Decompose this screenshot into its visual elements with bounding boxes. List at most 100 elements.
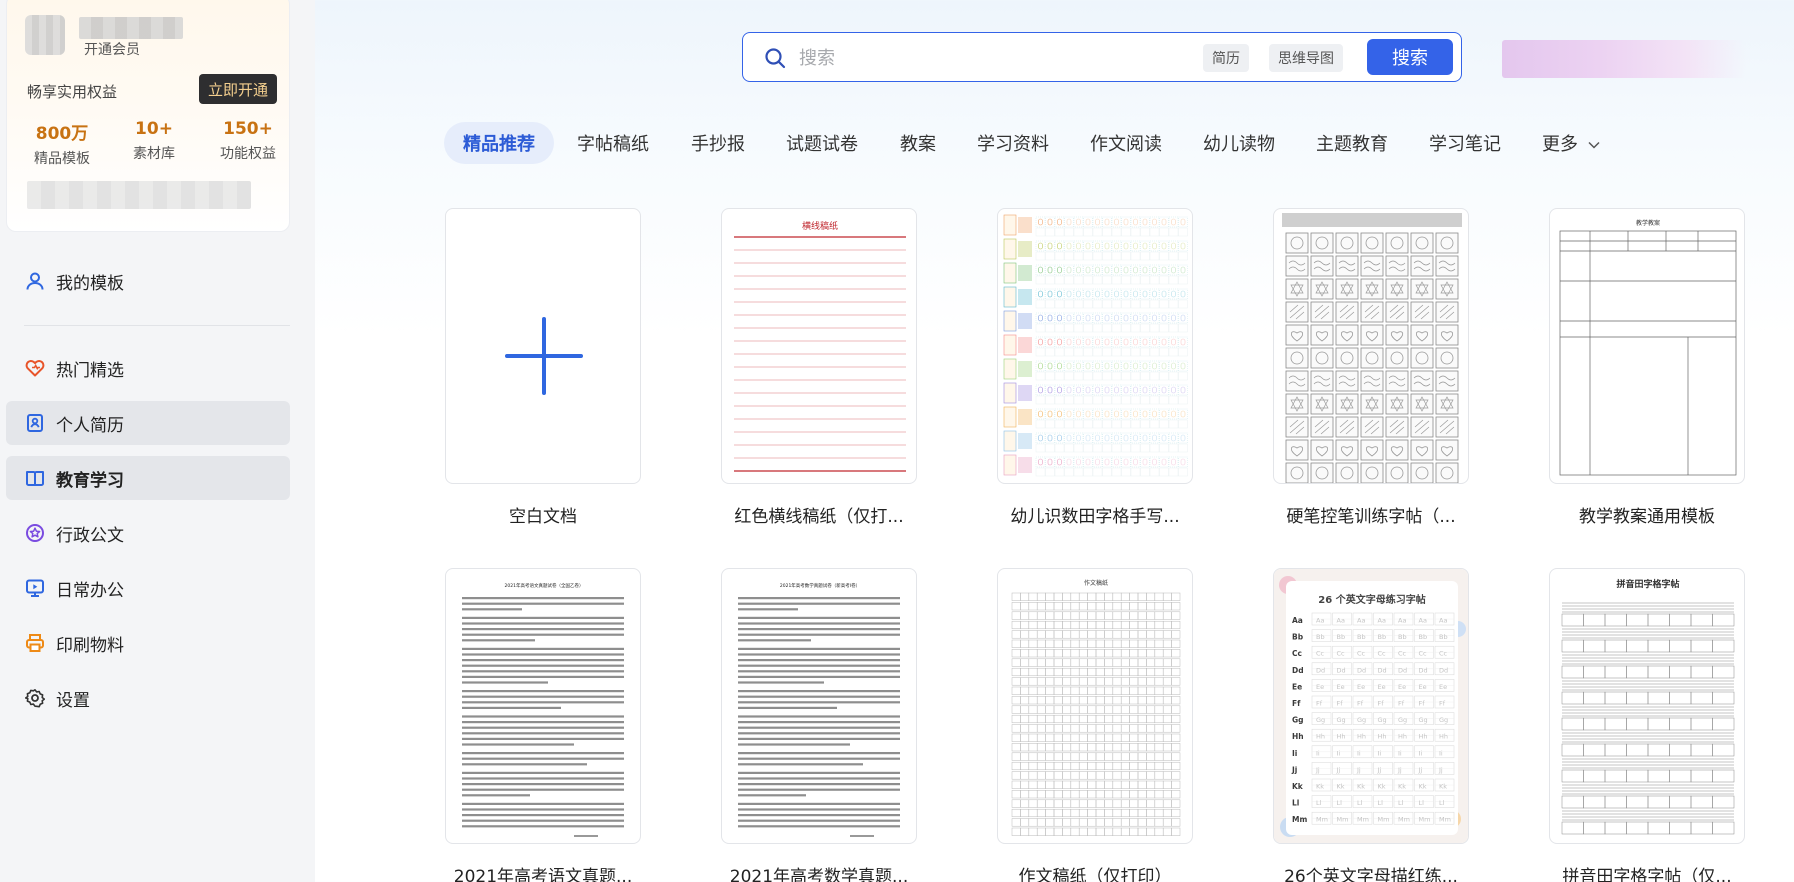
grid-cell bbox=[1140, 443, 1150, 453]
digit-stroke bbox=[1171, 362, 1176, 370]
sidebar-item-hot[interactable]: 热门精选 bbox=[6, 346, 290, 390]
template-card-pen-control[interactable]: 硬笔控笔训练字帖（... bbox=[1273, 208, 1469, 527]
grid-cell bbox=[1083, 264, 1093, 276]
template-card-essay-paper[interactable]: 作文稿纸 作文稿纸（仅打印） bbox=[997, 568, 1193, 882]
digit-stroke bbox=[1085, 362, 1091, 370]
search-button[interactable]: 搜索 bbox=[1367, 39, 1453, 75]
template-card-chinese-exam[interactable]: 2021年高考语文真题试卷（全国乙卷） 2021年高考语文真题... bbox=[445, 568, 641, 882]
open-member-label[interactable]: 开通会员 bbox=[84, 39, 140, 59]
practice-cell bbox=[1360, 462, 1384, 483]
sidebar-item-resume[interactable]: 个人简历 bbox=[6, 401, 290, 445]
tab-study-notes[interactable]: 学习笔记 bbox=[1429, 122, 1501, 164]
grid-cell bbox=[1102, 264, 1112, 276]
digit-stroke bbox=[1171, 434, 1176, 442]
grid-cell bbox=[1159, 419, 1169, 429]
grid-cell bbox=[1137, 714, 1147, 724]
grid-cell bbox=[1104, 780, 1114, 789]
grid-cell bbox=[1146, 602, 1156, 611]
grid-cell bbox=[1028, 620, 1038, 630]
grid-cell bbox=[1045, 432, 1055, 444]
text-line bbox=[462, 628, 624, 631]
grid-cell bbox=[1104, 677, 1114, 686]
grid-cell bbox=[1168, 216, 1179, 228]
text-line bbox=[738, 628, 900, 631]
grid-cell bbox=[1171, 771, 1181, 780]
grid-cell bbox=[1045, 275, 1055, 285]
digit-stroke bbox=[1123, 338, 1129, 346]
search-chip-mindmap[interactable]: 思维导图 bbox=[1269, 44, 1343, 72]
promo-banner-blurred[interactable] bbox=[1502, 40, 1746, 78]
text-line bbox=[462, 664, 624, 667]
template-card-number-tracing[interactable]: 幼儿识数田字格手写... bbox=[997, 208, 1193, 527]
digit-stroke bbox=[1142, 338, 1148, 346]
grid-cell bbox=[1011, 761, 1021, 771]
grid-cell bbox=[1045, 611, 1055, 620]
text-line bbox=[738, 802, 900, 805]
grid-cell bbox=[1064, 395, 1074, 405]
digit-stroke bbox=[1047, 434, 1053, 442]
grid-cell bbox=[1120, 771, 1130, 780]
trace-letter: Jj bbox=[1356, 766, 1361, 774]
tab-handwritten-paper[interactable]: 手抄报 bbox=[691, 122, 745, 164]
search-chip-resume[interactable]: 简历 bbox=[1203, 44, 1249, 72]
grid-cell bbox=[1078, 724, 1088, 733]
trace-letter: Ee bbox=[1316, 683, 1324, 691]
grid-cell bbox=[1129, 649, 1139, 658]
sidebar-item-daily-office[interactable]: 日常办公 bbox=[6, 566, 290, 610]
tab-featured[interactable]: 精品推荐 bbox=[444, 122, 554, 164]
template-card-red-lined-paper[interactable]: 横线稿纸 红色横线稿纸（仅打... bbox=[721, 208, 917, 527]
trace-letter: Jj bbox=[1438, 766, 1443, 774]
template-card-math-exam[interactable]: 2021年高考数学真题试卷（新高考Ⅰ卷） 2021年高考数学真题... bbox=[721, 568, 917, 882]
grid-cell bbox=[1070, 827, 1080, 836]
digit-stroke bbox=[1076, 218, 1081, 226]
grid-cell bbox=[1154, 790, 1164, 799]
digit-stroke bbox=[1161, 242, 1167, 250]
sidebar-item-education[interactable]: 教育学习 bbox=[6, 456, 290, 500]
grid-cell bbox=[1146, 677, 1156, 686]
grid-cell bbox=[1178, 227, 1188, 237]
grid-cell bbox=[1054, 275, 1065, 285]
grid-cell bbox=[1035, 467, 1046, 477]
tab-exams[interactable]: 试题试卷 bbox=[786, 122, 858, 164]
tab-study-materials[interactable]: 学习资料 bbox=[977, 122, 1049, 164]
template-card-blank[interactable]: 空白文档 bbox=[445, 208, 641, 527]
open-now-button[interactable]: 立即开通 bbox=[199, 74, 277, 104]
tab-more[interactable]: 更多 bbox=[1542, 122, 1600, 164]
search-input[interactable] bbox=[799, 43, 1179, 73]
grid-cell bbox=[1087, 649, 1097, 658]
grid-cell bbox=[1095, 696, 1105, 705]
tab-theme-education[interactable]: 主题教育 bbox=[1316, 122, 1388, 164]
grid-cell bbox=[1045, 705, 1055, 714]
grid-cell bbox=[1149, 467, 1160, 477]
grid-cell bbox=[1045, 639, 1055, 648]
tab-kids-reading[interactable]: 幼儿读物 bbox=[1203, 122, 1275, 164]
trace-letter: Cc bbox=[1378, 650, 1387, 658]
digit-stroke bbox=[1152, 338, 1157, 346]
text-line bbox=[462, 639, 535, 642]
grid-cell bbox=[1011, 658, 1021, 667]
sidebar-item-print[interactable]: 印刷物料 bbox=[6, 621, 290, 665]
grid-cell bbox=[1162, 592, 1172, 601]
sidebar-item-official-docs[interactable]: 行政公文 bbox=[6, 511, 290, 555]
digit-stroke bbox=[1180, 218, 1186, 226]
grid-cell bbox=[1054, 299, 1065, 309]
template-card-alphabet-tracing[interactable]: 26 个英文字母练习字帖 Aa Aa Aa Aa Aa Aa Aa Aa Bb Bb Bb Bb Bb B… bbox=[1273, 568, 1469, 882]
template-card-lesson-plan[interactable]: 教学教案 教学教案通用模板 bbox=[1549, 208, 1745, 527]
grid-cell bbox=[1168, 227, 1179, 237]
sidebar-item-my-templates[interactable]: 我的模板 bbox=[6, 259, 290, 303]
avatar[interactable] bbox=[25, 15, 65, 55]
grid-cell bbox=[1120, 790, 1130, 799]
trace-letter: Jj bbox=[1418, 766, 1423, 774]
tab-lesson-plans[interactable]: 教案 bbox=[900, 122, 936, 164]
template-card-pinyin-copybook[interactable]: 拼音田字格字帖 拼音田字格字帖（仅... bbox=[1549, 568, 1745, 882]
grid-cell bbox=[1104, 724, 1114, 733]
grid-cell bbox=[1162, 714, 1172, 724]
sidebar-item-settings[interactable]: 设置 bbox=[6, 676, 290, 720]
grid-cell bbox=[1062, 592, 1072, 601]
grid-cell bbox=[1112, 780, 1122, 789]
text-line bbox=[462, 777, 624, 780]
letter-label: Ii bbox=[1292, 749, 1297, 758]
tab-essay-reading[interactable]: 作文阅读 bbox=[1090, 122, 1162, 164]
tab-copybook[interactable]: 字帖稿纸 bbox=[577, 122, 649, 164]
grid-cell bbox=[1064, 432, 1074, 444]
